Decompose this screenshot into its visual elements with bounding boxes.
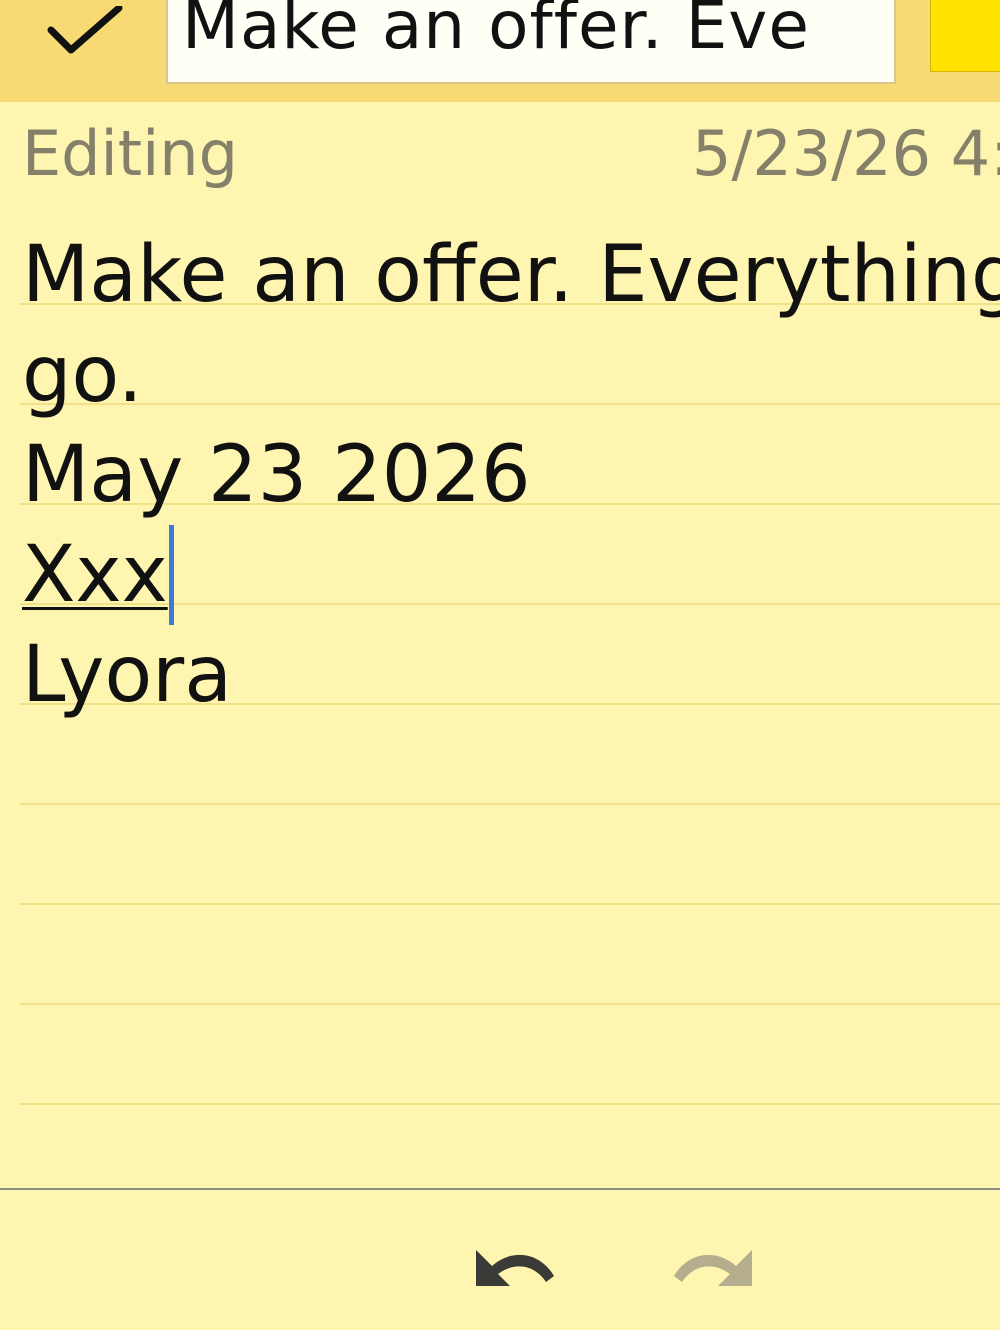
misspelled-word[interactable]: Xxx (22, 530, 168, 620)
color-picker-button[interactable] (930, 0, 1000, 72)
rule-line (20, 1003, 1000, 1005)
rule-line (20, 803, 1000, 805)
bottom-toolbar (0, 1190, 1000, 1330)
timestamp: 5/23/26 4: (692, 117, 1000, 190)
rule-line (20, 903, 1000, 905)
checkmark-icon (47, 6, 123, 54)
rule-line (20, 403, 1000, 405)
redo-button[interactable] (666, 1232, 766, 1302)
title-input[interactable]: Make an offer. Eve (166, 0, 896, 84)
status-label: Editing (22, 117, 238, 190)
notes-app: Make an offer. Eve Editing 5/23/26 4: Ma… (0, 0, 1000, 1330)
note-line: May 23 2026 (22, 430, 531, 520)
redo-icon (674, 1250, 752, 1286)
rule-line (20, 1103, 1000, 1105)
undo-button[interactable] (462, 1232, 562, 1302)
note-line: go. (22, 330, 143, 420)
note-line: Lyora (22, 630, 233, 720)
done-button[interactable] (30, 0, 140, 62)
undo-icon (476, 1250, 554, 1286)
title-input-value: Make an offer. Eve (182, 0, 810, 64)
note-editor[interactable]: Make an offer. Everything go. May 23 202… (0, 205, 1000, 1195)
note-line: Xxx (22, 525, 174, 625)
note-line: Make an offer. Everything (22, 230, 1000, 320)
top-toolbar: Make an offer. Eve (0, 0, 1000, 102)
text-cursor (168, 525, 174, 625)
